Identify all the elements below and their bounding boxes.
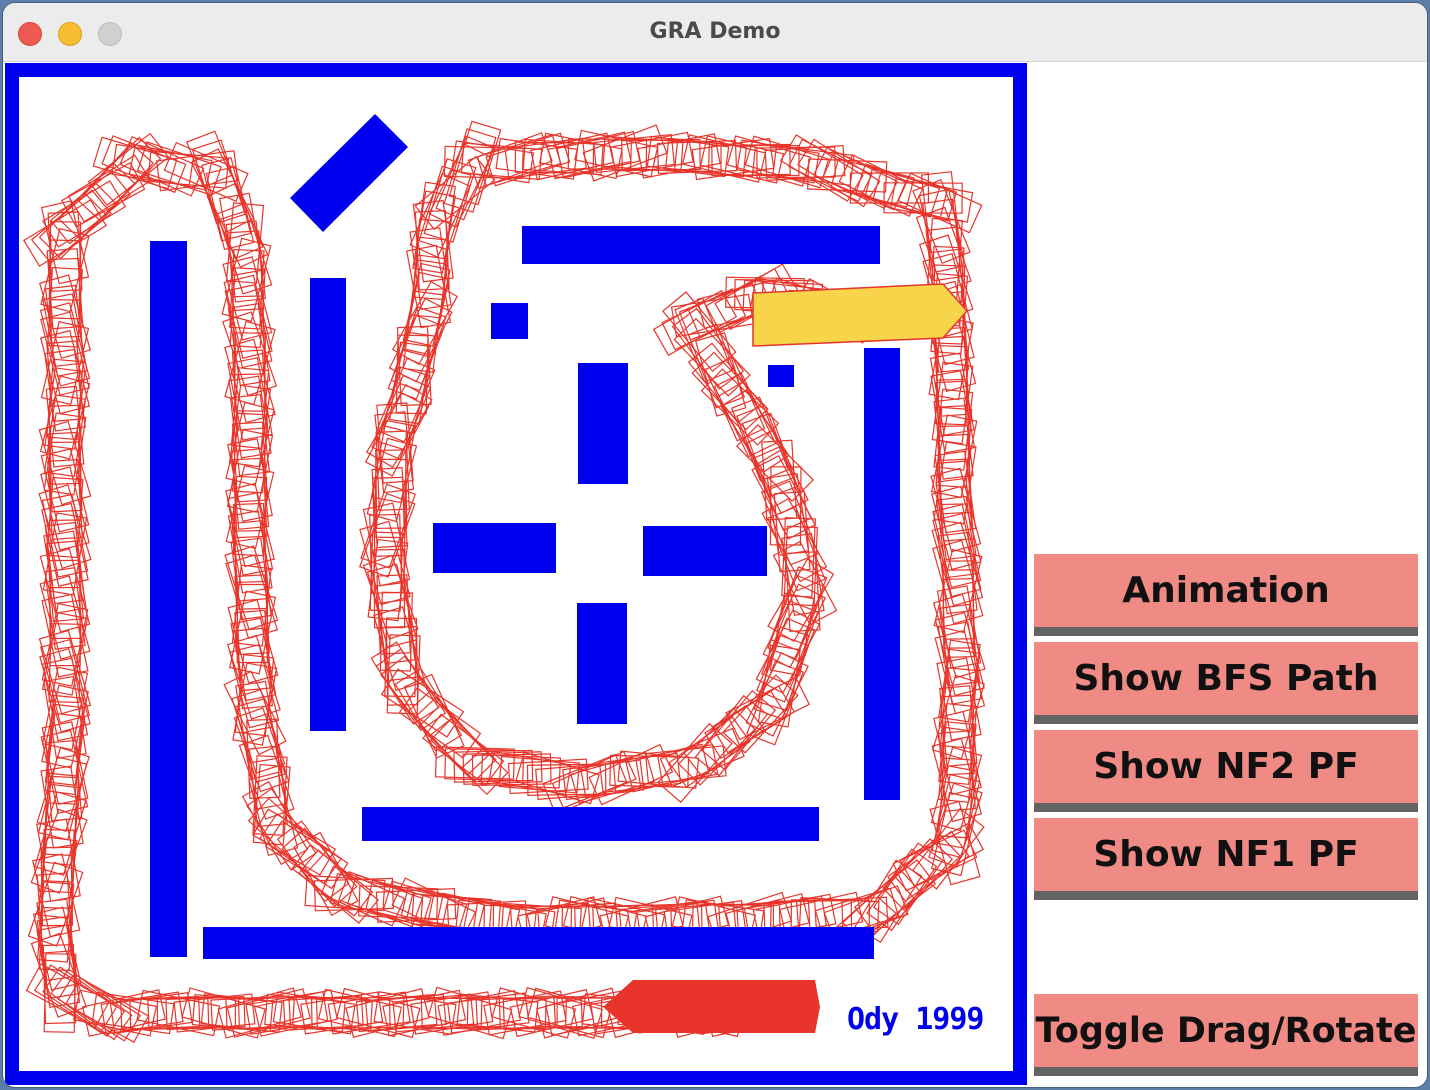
show-nf2-pf-button[interactable]: Show NF2 PF	[1034, 730, 1418, 812]
obstacle	[362, 807, 819, 841]
workspace-canvas[interactable]: Ody 1999	[5, 63, 1027, 1085]
obstacle	[522, 226, 880, 264]
title-bar: GRA Demo	[3, 3, 1427, 62]
toggle-drag-rotate-button[interactable]: Toggle Drag/Rotate	[1034, 994, 1418, 1076]
obstacle	[150, 241, 187, 957]
obstacle	[643, 526, 767, 576]
goal-robot	[752, 283, 969, 347]
show-nf1-pf-button[interactable]: Show NF1 PF	[1034, 818, 1418, 900]
obstacle	[203, 927, 874, 959]
obstacle	[578, 363, 628, 484]
obstacle	[491, 303, 528, 339]
start-robot[interactable]	[603, 980, 820, 1033]
obstacle	[577, 603, 627, 724]
obstacle	[768, 365, 794, 387]
signature-text: Ody 1999	[847, 1002, 984, 1037]
animation-button[interactable]: Animation	[1034, 554, 1418, 636]
app-window: GRA Demo Ody 1999 Animation Show BFS Pat…	[3, 3, 1427, 1087]
window-title: GRA Demo	[649, 19, 781, 44]
show-bfs-path-button[interactable]: Show BFS Path	[1034, 642, 1418, 724]
obstacle	[310, 278, 346, 731]
obstacle	[864, 348, 900, 800]
obstacle	[433, 523, 556, 573]
